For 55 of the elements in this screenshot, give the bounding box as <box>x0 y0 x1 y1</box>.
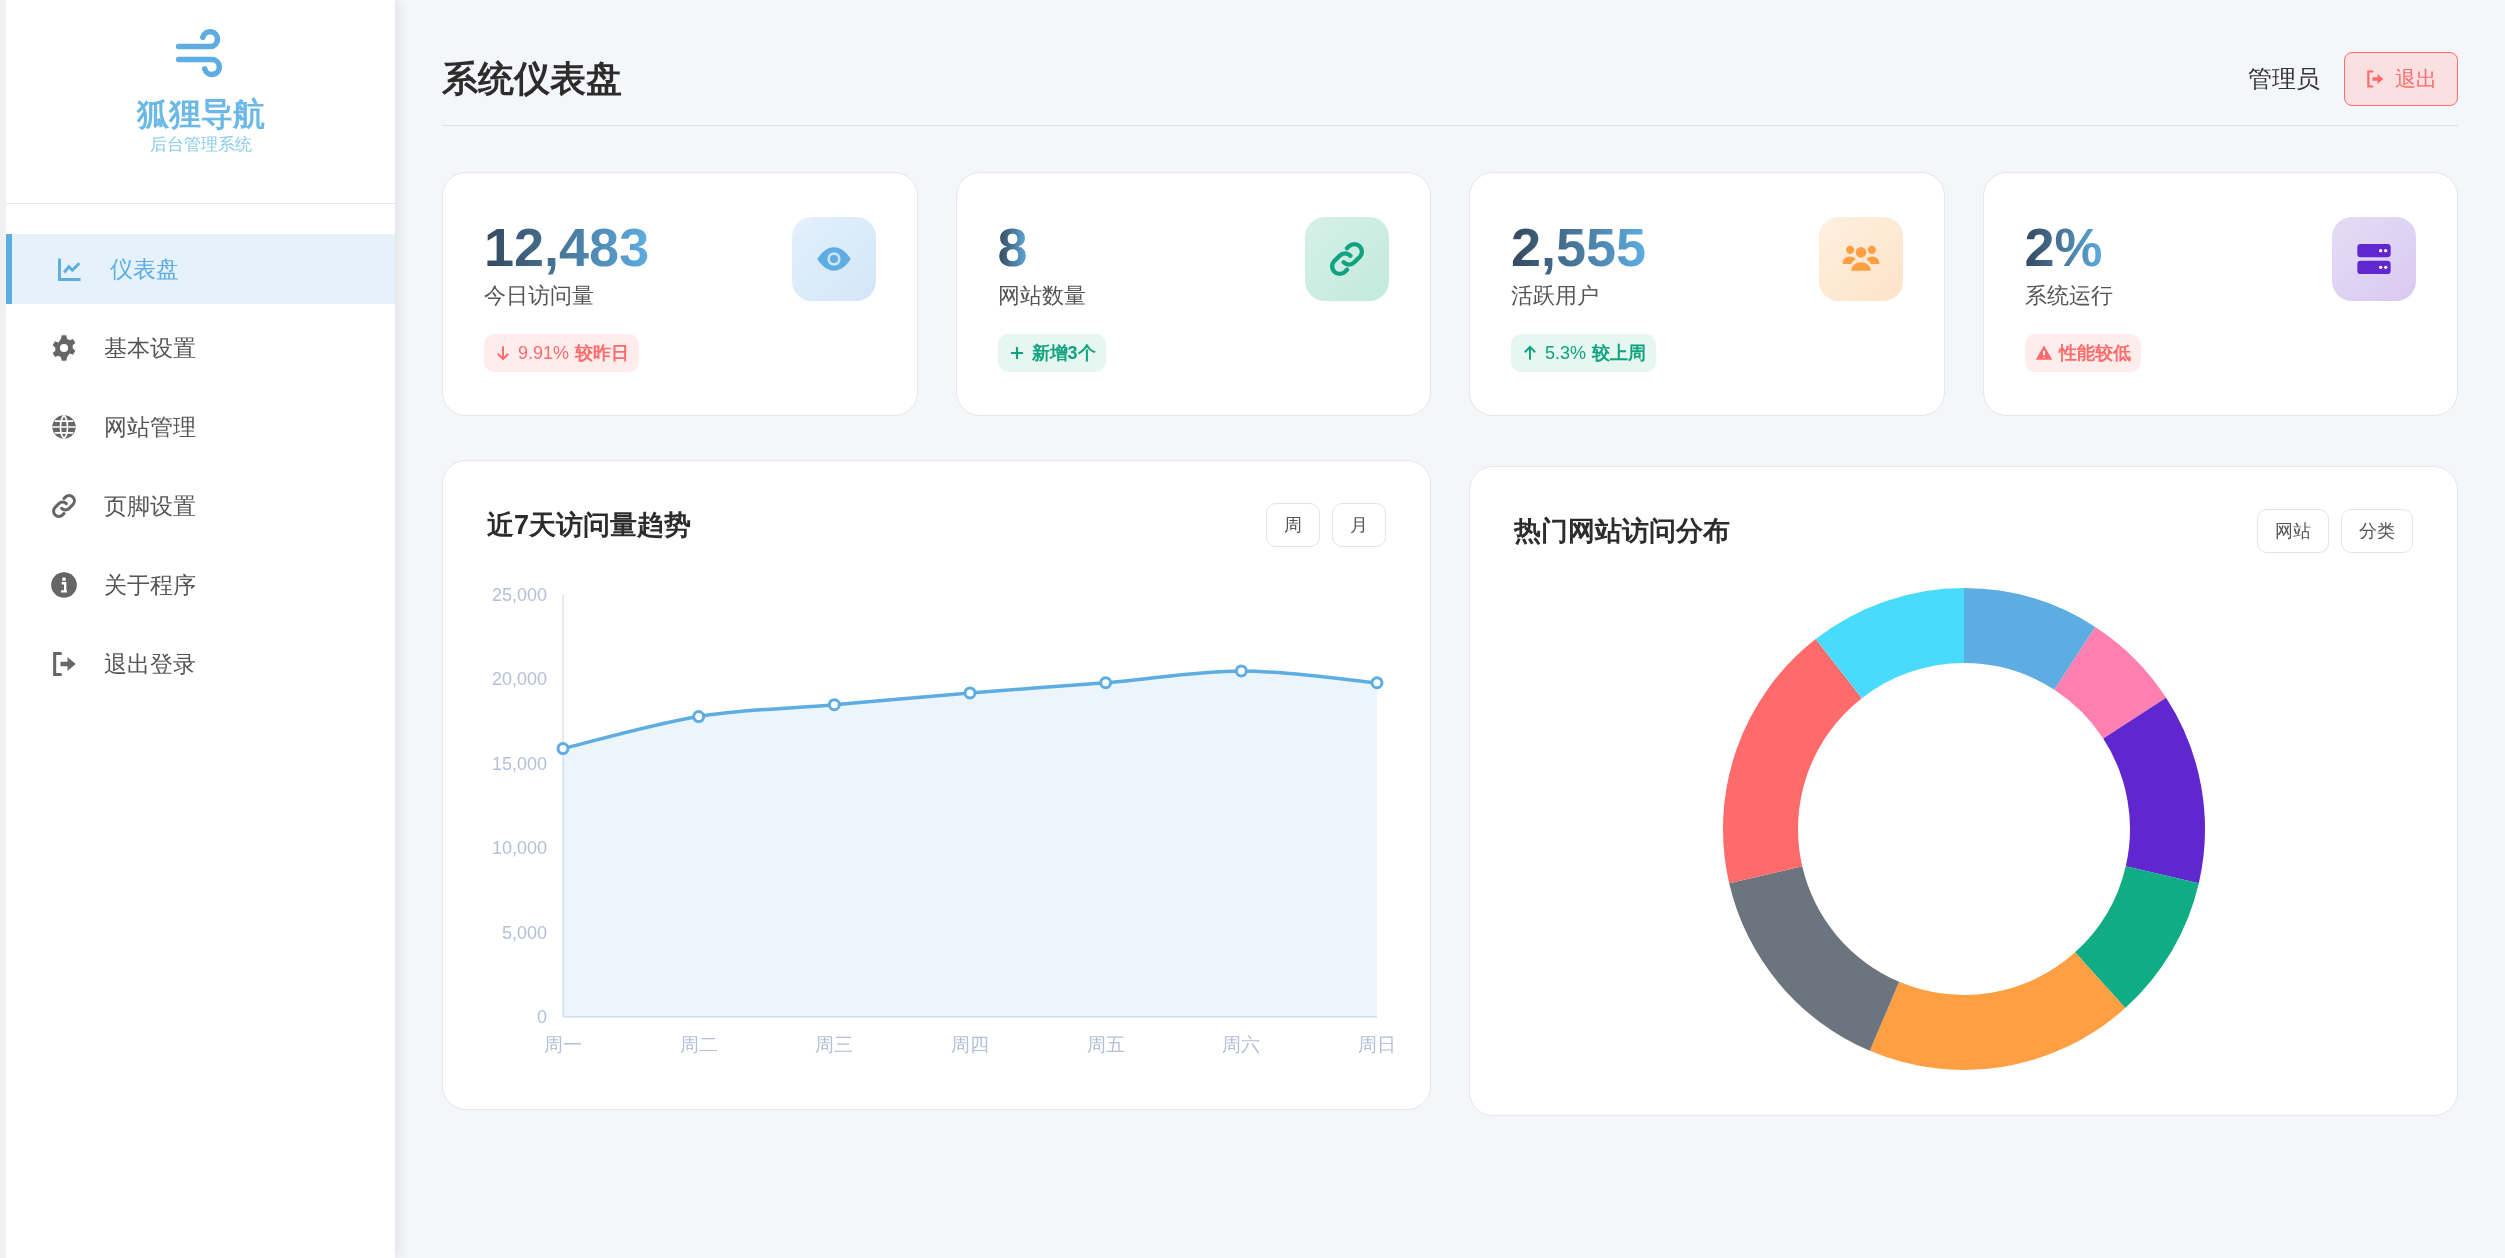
logout-icon <box>50 650 78 679</box>
x-tick-label: 周二 <box>679 1034 718 1055</box>
globe-icon <box>50 413 78 442</box>
toggle-button[interactable]: 网站 <box>2257 509 2329 553</box>
card-title: 近7天访问量趋势 <box>487 508 692 542</box>
data-point <box>1234 664 1248 678</box>
badge-text: 性能较低 <box>2058 341 2131 365</box>
y-tick-label: 0 <box>537 1007 547 1027</box>
arrow-down-icon <box>494 344 512 362</box>
badge-text: 较昨日 <box>575 341 630 365</box>
nav-item[interactable]: 关于程序 <box>6 550 395 621</box>
nav-item[interactable]: 退出登录 <box>6 629 395 700</box>
badge-value: 5.3% <box>1545 341 1587 365</box>
page-title: 系统仪表盘 <box>442 56 622 101</box>
x-tick-label: 周六 <box>1222 1034 1261 1055</box>
badge-text: 较上周 <box>1592 341 1647 365</box>
stat-label: 网站数量 <box>997 282 1086 310</box>
x-tick-label: 周三 <box>815 1034 854 1055</box>
y-tick-label: 20,000 <box>491 669 547 690</box>
y-tick-label: 25,000 <box>491 585 547 605</box>
settings-icon <box>50 334 78 363</box>
stat-label: 活跃用户 <box>1511 282 1600 310</box>
data-point <box>692 710 706 724</box>
data-point <box>963 686 977 700</box>
user-name: 管理员 <box>2248 63 2320 94</box>
logout-icon <box>2365 68 2385 89</box>
warning-icon <box>2034 344 2053 362</box>
nav-item[interactable]: 网站管理 <box>6 392 395 463</box>
data-point <box>1370 676 1384 690</box>
data-point <box>556 742 570 756</box>
y-tick-label: 10,000 <box>491 838 547 859</box>
data-point <box>827 698 841 712</box>
stat-label: 系统运行 <box>2024 282 2113 310</box>
brand-title: 狐狸导航 <box>136 95 265 134</box>
x-tick-label: 周四 <box>951 1034 989 1055</box>
info-icon <box>50 571 78 600</box>
toggle-button[interactable]: 周 <box>1266 503 1320 547</box>
x-tick-label: 周五 <box>1086 1034 1125 1055</box>
card-title: 热门网站访问分布 <box>1514 514 1730 548</box>
nav-item[interactable]: 页脚设置 <box>6 471 395 542</box>
link-icon <box>1327 239 1367 279</box>
nav-item[interactable]: 基本设置 <box>6 313 395 384</box>
badge-value: 9.91% <box>518 341 570 365</box>
stat-label: 今日访问量 <box>484 282 595 310</box>
toggle-button[interactable]: 月 <box>1332 503 1386 547</box>
data-point <box>1099 676 1113 690</box>
y-tick-label: 15,000 <box>491 753 547 774</box>
brand-subtitle: 后台管理系统 <box>149 134 252 156</box>
link-icon <box>50 492 78 521</box>
arrow-up-icon <box>1521 344 1539 362</box>
y-tick-label: 5,000 <box>501 922 547 943</box>
x-tick-label: 周一 <box>544 1034 582 1055</box>
badge-text: 新增3个 <box>1031 341 1096 365</box>
toggle-button[interactable]: 分类 <box>2341 509 2413 553</box>
x-tick-label: 周日 <box>1358 1034 1396 1055</box>
